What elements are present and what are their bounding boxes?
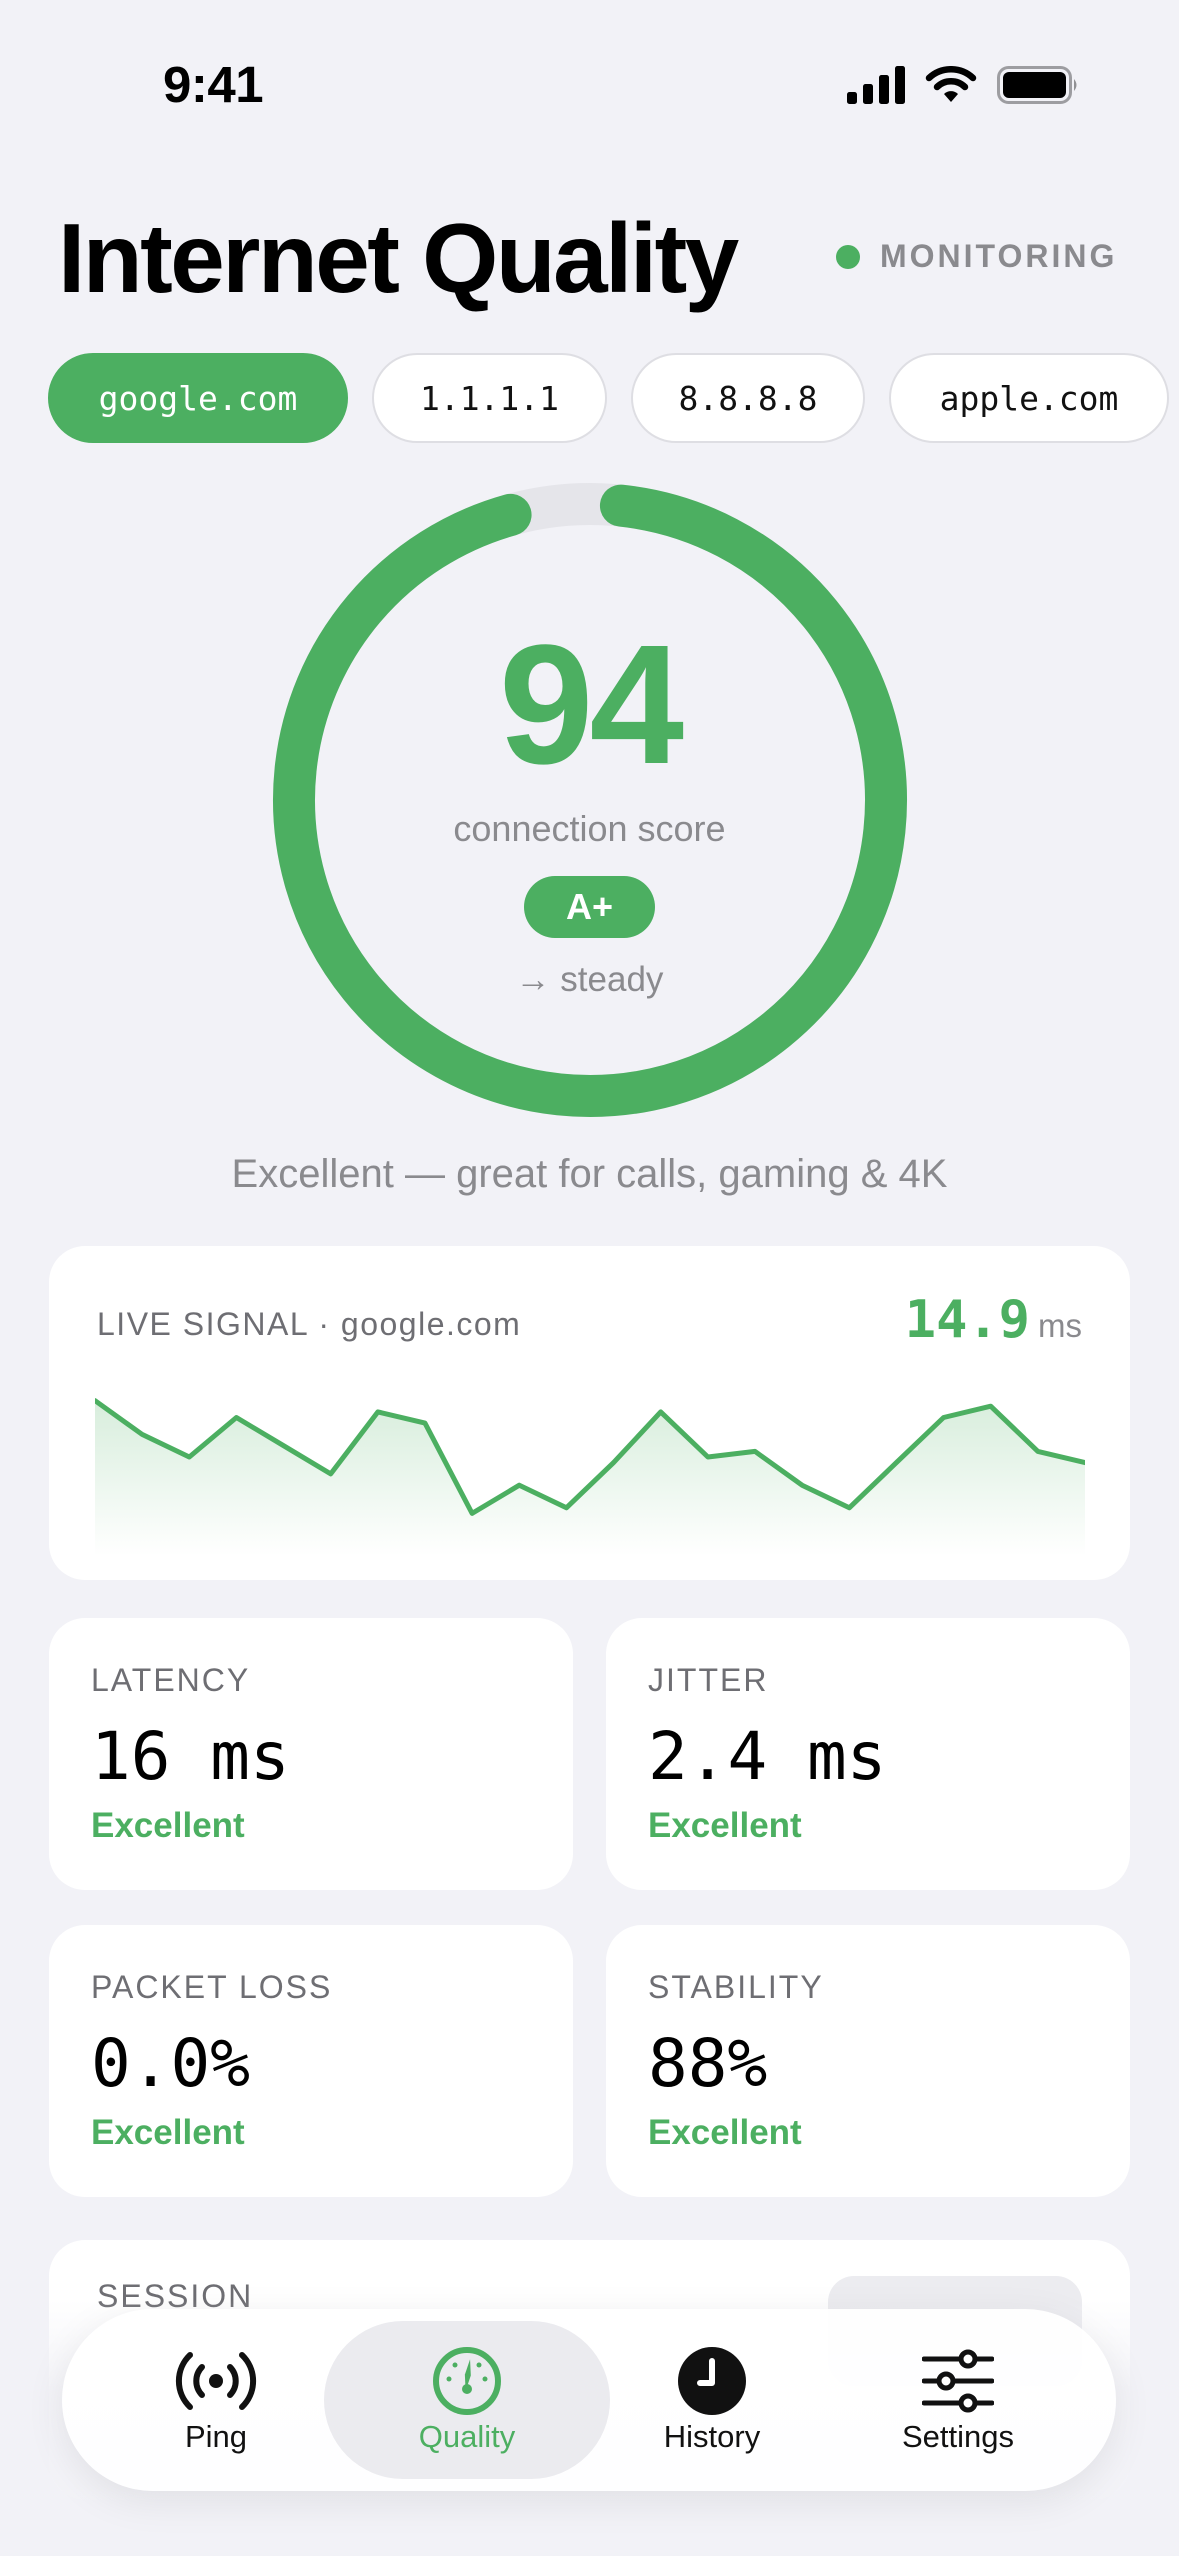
packet-loss-label: PACKET LOSS — [91, 1969, 333, 2005]
latency-value: 16 ms — [91, 1718, 290, 1795]
latency-status: Excellent — [91, 1806, 245, 1845]
host-chip-apple[interactable]: apple.com — [889, 353, 1169, 443]
status-time: 9:41 — [163, 56, 264, 113]
jitter-status: Excellent — [648, 1806, 802, 1845]
cellular-signal-icon — [847, 66, 905, 104]
quality-summary: Excellent — great for calls, gaming & 4K — [231, 1152, 948, 1196]
stability-value: 88% — [648, 2025, 768, 2102]
score-ring-svg — [273, 483, 907, 1117]
packet-loss-value: 0.0% — [91, 2025, 250, 2102]
host-chip-8888[interactable]: 8.8.8.8 — [631, 353, 865, 443]
packet-loss-status: Excellent — [91, 2113, 245, 2152]
tab-ping[interactable]: Ping — [92, 2321, 340, 2479]
status-dot — [836, 244, 860, 269]
status-icons — [847, 66, 1079, 104]
latency-label: LATENCY — [91, 1662, 251, 1698]
gauge-icon — [433, 2347, 501, 2415]
monitoring-label: MONITORING — [880, 238, 1118, 274]
antenna-icon — [175, 2352, 257, 2410]
stability-status: Excellent — [648, 2113, 802, 2152]
live-signal-label: LIVE SIGNAL · google.com — [97, 1306, 522, 1342]
tab-history[interactable]: History — [588, 2321, 836, 2479]
latency-card: LATENCY 16 ms Excellent — [49, 1618, 573, 1890]
host-selector: google.com 1.1.1.1 8.8.8.8 apple.com — [48, 353, 1169, 443]
sliders-icon — [922, 2349, 994, 2413]
tab-settings-label: Settings — [901, 2419, 1014, 2454]
monitoring-status-badge: MONITORING — [836, 238, 1117, 275]
live-latency-unit: ms — [1038, 1307, 1082, 1344]
live-latency-value: 14.9 — [904, 1290, 1030, 1350]
trend-indicator: → steady — [515, 960, 664, 999]
stability-card: STABILITY 88% Excellent — [606, 1925, 1130, 2197]
tab-settings[interactable]: Settings — [834, 2321, 1082, 2479]
clock-icon — [678, 2347, 746, 2415]
page-title: Internet Quality — [58, 203, 739, 313]
grade-badge: A+ — [524, 876, 655, 938]
battery-icon — [997, 66, 1077, 104]
score-caption: connection score — [453, 808, 726, 849]
host-chip-google[interactable]: google.com — [48, 353, 348, 443]
status-bar: 9:41 — [0, 0, 1179, 170]
tab-ping-label: Ping — [184, 2419, 248, 2454]
packet-loss-card: PACKET LOSS 0.0% Excellent — [49, 1925, 573, 2197]
stability-label: STABILITY — [648, 1969, 824, 2005]
live-signal-chart — [95, 1398, 1085, 1556]
live-signal-value: 14.9 ms — [905, 1290, 1082, 1350]
wifi-icon — [925, 66, 977, 102]
score-value: 94 — [498, 610, 684, 800]
tab-bar: Ping Quality History Settings — [62, 2309, 1116, 2491]
jitter-label: JITTER — [648, 1662, 769, 1698]
score-ring-progress — [273, 483, 907, 1117]
host-chip-1111[interactable]: 1.1.1.1 — [372, 353, 607, 443]
jitter-value: 2.4 ms — [648, 1718, 887, 1795]
live-signal-card: LIVE SIGNAL · google.com 14.9 ms — [49, 1246, 1130, 1580]
tab-quality[interactable]: Quality — [324, 2321, 610, 2479]
jitter-card: JITTER 2.4 ms Excellent — [606, 1618, 1130, 1890]
tab-history-label: History — [663, 2419, 761, 2454]
tab-quality-label: Quality — [418, 2419, 516, 2454]
score-gauge: 94 connection score A+ → steady — [0, 470, 1179, 1150]
